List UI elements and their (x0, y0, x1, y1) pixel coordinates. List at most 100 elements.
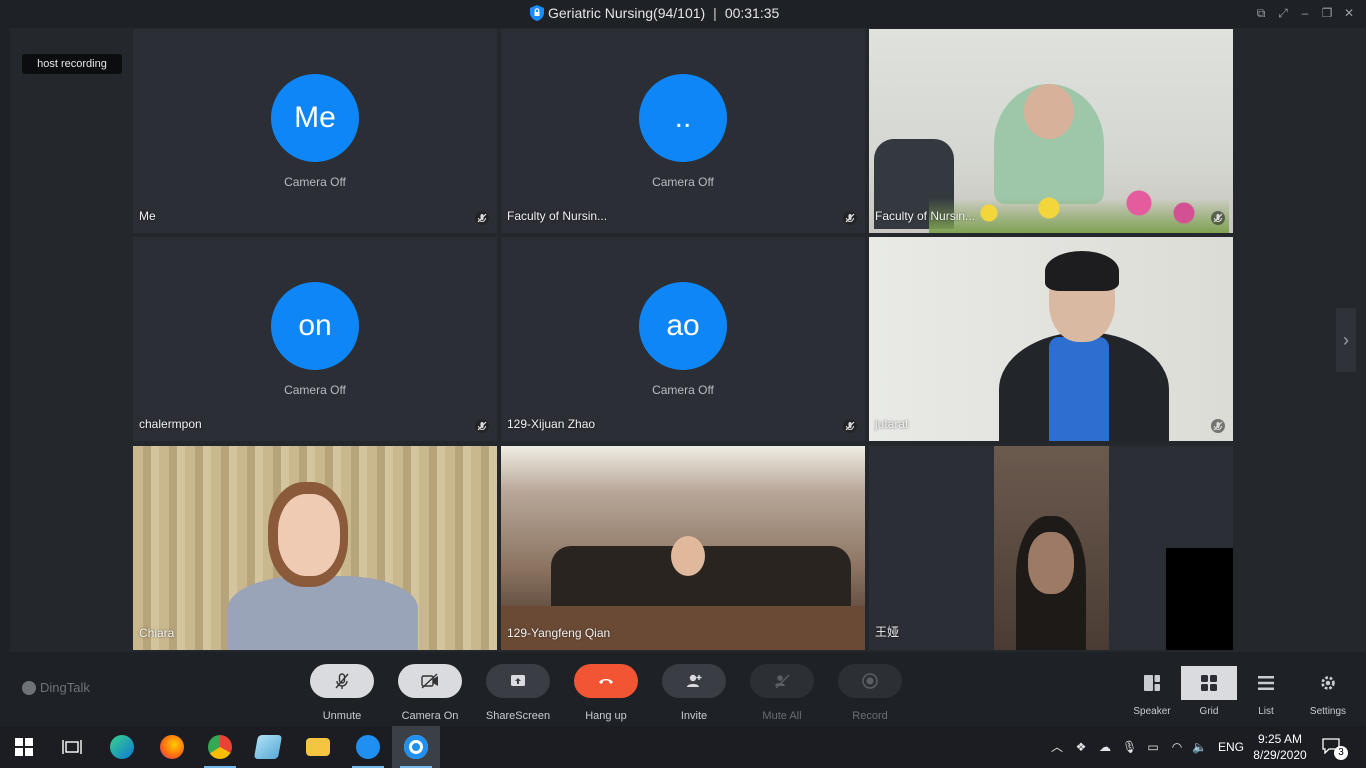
participant-tile[interactable]: Me Camera Off Me (133, 29, 497, 233)
hang-up-button[interactable]: Hang up (566, 664, 646, 722)
mute-all-icon (775, 674, 790, 689)
speaker-view-label: Speaker (1133, 706, 1171, 717)
participant-name: Faculty of Nursin... (875, 209, 976, 223)
notification-count: 3 (1334, 746, 1348, 760)
unmute-button[interactable]: Unmute (302, 664, 382, 722)
language-indicator[interactable]: ENG (1218, 740, 1244, 754)
settings-button[interactable]: Settings (1300, 666, 1356, 717)
onedrive-icon[interactable]: ☁ (1098, 740, 1112, 754)
list-view-button[interactable]: List (1238, 666, 1294, 717)
mic-muted-icon (475, 419, 489, 433)
edge-app[interactable] (98, 726, 146, 768)
mic-off-icon (335, 673, 349, 689)
meeting-timer: 00:31:35 (724, 5, 780, 21)
speaker-view-icon (1144, 675, 1160, 691)
notepad-app[interactable] (244, 726, 292, 768)
shield-lock-icon (530, 5, 544, 21)
task-view-button[interactable] (48, 726, 96, 768)
meeting-name: Geriatric Nursing(94/101) (548, 5, 706, 21)
participant-name: jutarat (875, 417, 909, 431)
mic-muted-icon (1211, 211, 1225, 225)
grid-view-icon (1201, 675, 1217, 691)
windows-logo-icon (15, 738, 33, 756)
camera-status: Camera Off (284, 383, 346, 397)
participant-avatar: Me (271, 74, 359, 162)
restore-icon[interactable]: ❐ (1320, 6, 1334, 20)
hang-up-label: Hang up (585, 710, 627, 722)
file-explorer-app[interactable] (294, 726, 342, 768)
notepad-icon (253, 735, 283, 759)
hang-up-icon (599, 679, 613, 684)
title-bar: Geriatric Nursing(94/101) | 00:31:35 ⧉ ⤢… (0, 0, 1366, 28)
participant-video-tile[interactable]: 129-Yangfeng Qian (501, 446, 865, 650)
participant-face (671, 536, 705, 576)
participant-avatar: ao (639, 282, 727, 370)
microphone-icon[interactable]: 🎙 (1122, 740, 1137, 754)
participant-video-tile[interactable]: jutarat (869, 237, 1233, 441)
participant-name: chalermpon (139, 417, 202, 431)
camera-off-icon (421, 673, 438, 689)
start-button[interactable] (0, 726, 48, 768)
invite-button[interactable]: Invite (654, 664, 734, 722)
dropbox-icon[interactable]: ❖ (1074, 740, 1088, 754)
speaker-view-button[interactable]: Speaker (1124, 666, 1180, 717)
next-page-button[interactable]: › (1336, 308, 1356, 372)
participant-name: 王娅 (875, 625, 900, 639)
chevron-up-icon[interactable]: ︿ (1050, 740, 1064, 754)
participant-name: 129-Yangfeng Qian (507, 626, 611, 640)
record-button[interactable]: Record (830, 664, 910, 722)
brand-logo: DingTalk (22, 680, 90, 695)
recording-badge: host recording (22, 54, 122, 74)
pop-out-icon[interactable]: ⧉ (1254, 6, 1268, 20)
camera-on-label: Camera On (401, 710, 459, 722)
firefox-app[interactable] (148, 726, 196, 768)
share-screen-label: ShareScreen (485, 710, 551, 722)
list-view-icon (1258, 676, 1274, 690)
participant-video (228, 576, 418, 650)
grid-view-label: Grid (1199, 706, 1219, 717)
wifi-icon[interactable]: ◠ (1170, 740, 1184, 754)
dingtalk-taskbar-app[interactable] (344, 726, 392, 768)
mic-muted-icon (1211, 419, 1225, 433)
participant-name: 129-Xijuan Zhao (507, 417, 596, 431)
chrome-app[interactable] (196, 726, 244, 768)
battery-icon[interactable]: ▭ (1146, 740, 1160, 754)
unmute-label: Unmute (322, 710, 362, 722)
share-screen-button[interactable]: ShareScreen (478, 664, 558, 722)
clock[interactable]: 9:25 AM 8/29/2020 (1252, 731, 1308, 763)
meeting-toolbar: DingTalk Unmute Camera On ShareScreen Ha… (0, 652, 1366, 726)
record-icon (862, 673, 878, 689)
participant-name: Chiara (139, 626, 175, 640)
dingtalk-meeting-app[interactable] (392, 726, 440, 768)
camera-status: Camera Off (652, 175, 714, 189)
participant-face (1028, 532, 1074, 594)
camera-on-button[interactable]: Camera On (390, 664, 470, 722)
minimize-icon[interactable]: – (1298, 6, 1312, 20)
participant-tile[interactable]: on Camera Off chalermpon (133, 237, 497, 441)
mute-all-button[interactable]: Mute All (742, 664, 822, 722)
mic-muted-icon (475, 211, 489, 225)
participant-video-tile[interactable]: 王娅 (869, 446, 1233, 650)
participant-avatar: on (271, 282, 359, 370)
close-icon[interactable]: ✕ (1342, 6, 1356, 20)
list-view-label: List (1258, 706, 1274, 717)
camera-status: Camera Off (652, 383, 714, 397)
add-user-icon (687, 674, 702, 687)
settings-label: Settings (1309, 706, 1347, 717)
participant-video-tile[interactable]: Faculty of Nursin... (869, 29, 1233, 233)
participant-tile[interactable]: .. Camera Off Faculty of Nursin... (501, 29, 865, 233)
chrome-icon (208, 735, 232, 759)
participant-name: Me (139, 209, 156, 223)
chevron-right-icon: › (1343, 330, 1349, 350)
action-center-button[interactable]: 3 (1322, 738, 1348, 760)
meeting-window: Geriatric Nursing(94/101) | 00:31:35 ⧉ ⤢… (0, 0, 1366, 768)
meeting-app-icon (404, 735, 428, 759)
volume-icon[interactable]: 🔈 (1192, 740, 1207, 754)
participant-video (994, 446, 1109, 650)
participant-tile[interactable]: ao Camera Off 129-Xijuan Zhao (501, 237, 865, 441)
fullscreen-icon[interactable]: ⤢ (1276, 6, 1290, 20)
grid-view-button[interactable]: Grid (1181, 666, 1237, 717)
firefox-icon (160, 735, 184, 759)
participant-video-tile[interactable]: Chiara (133, 446, 497, 650)
participant-face (278, 494, 340, 576)
